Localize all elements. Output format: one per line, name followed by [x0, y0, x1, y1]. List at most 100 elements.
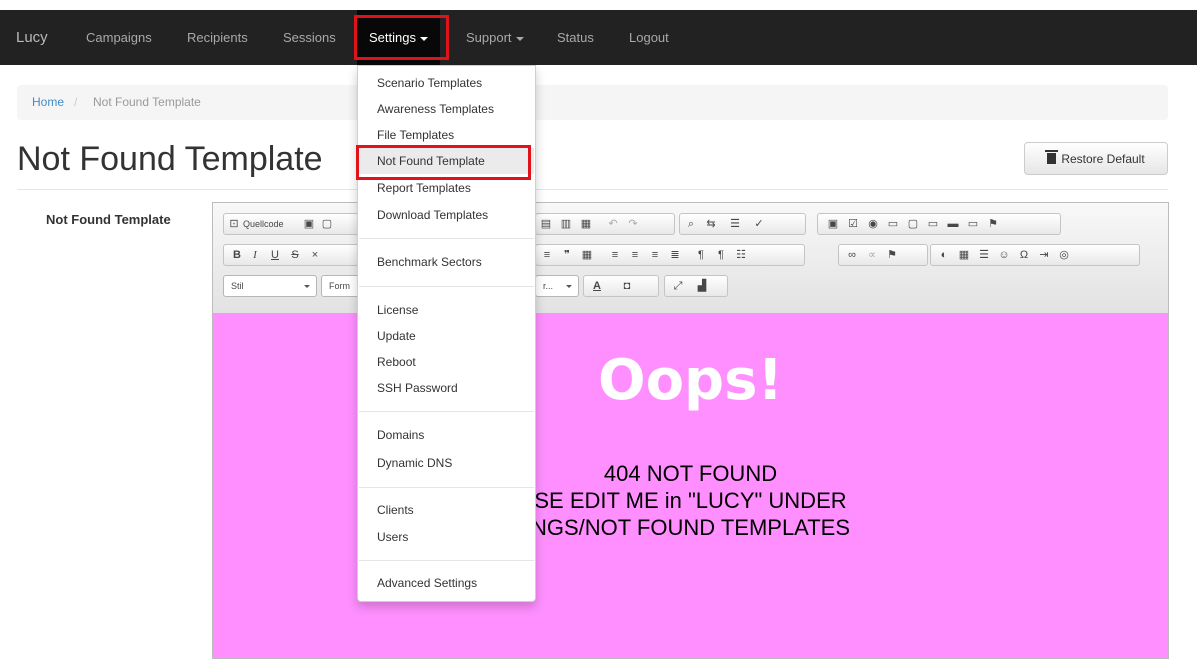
style-select[interactable]: Stil	[223, 275, 317, 297]
breadcrumb-home-link[interactable]: Home	[32, 85, 64, 120]
menu-item-dynamic-dns[interactable]: Dynamic DNS	[377, 456, 452, 470]
menu-item-users[interactable]: Users	[377, 530, 408, 544]
button-field-icon[interactable]: ▬	[946, 217, 960, 231]
new-page-icon[interactable]: ▢	[320, 217, 334, 231]
menu-item-clients[interactable]: Clients	[377, 503, 414, 517]
menu-item-domains[interactable]: Domains	[377, 428, 424, 442]
replace-icon[interactable]: ⇆	[704, 217, 718, 231]
breadcrumb-current: Not Found Template	[93, 95, 201, 109]
select-field-icon[interactable]: ▭	[926, 217, 940, 231]
nav-support[interactable]: Support	[466, 10, 524, 65]
horizontal-line-icon[interactable]: ☰	[977, 248, 991, 262]
nav-campaigns[interactable]: Campaigns	[86, 10, 152, 65]
iframe-icon[interactable]: ◎	[1057, 248, 1071, 262]
template-field-label: Not Found Template	[46, 212, 171, 227]
bold-icon[interactable]: B	[230, 248, 244, 262]
nav-logout[interactable]: Logout	[629, 10, 669, 65]
undo-icon[interactable]: ↶	[606, 217, 620, 231]
menu-item-update[interactable]: Update	[377, 329, 416, 343]
nav-status[interactable]: Status	[557, 10, 594, 65]
radio-icon[interactable]: ◉	[866, 217, 880, 231]
menu-item-ssh-password[interactable]: SSH Password	[377, 381, 458, 395]
blockquote-icon[interactable]: ❞	[560, 248, 574, 262]
settings-highlight-box	[354, 15, 449, 60]
toolbar-group-links: ∞ ∝ ⚑	[838, 244, 928, 266]
menu-item-download-templates[interactable]: Download Templates	[377, 208, 488, 222]
menu-item-awareness-templates[interactable]: Awareness Templates	[377, 102, 494, 116]
unlink-icon[interactable]: ∝	[865, 248, 879, 262]
select-all-icon[interactable]: ☰	[728, 217, 742, 231]
menu-item-license[interactable]: License	[377, 303, 418, 317]
size-select-value: r...	[543, 281, 554, 291]
underline-icon[interactable]: U	[268, 248, 282, 262]
align-left-icon[interactable]: ≡	[608, 248, 622, 262]
ltr-icon[interactable]: ¶	[694, 248, 708, 262]
smiley-icon[interactable]: ☺	[997, 248, 1011, 262]
toolbar-group-document: ⊡ Quellcode ▣ ▢	[223, 213, 371, 235]
text-color-icon[interactable]: A	[590, 279, 604, 293]
menu-item-file-templates[interactable]: File Templates	[377, 128, 454, 142]
format-select-value: Form	[329, 281, 350, 291]
subscript-icon[interactable]: ×	[308, 248, 322, 262]
size-select[interactable]: r...	[535, 275, 579, 297]
title-divider	[17, 189, 1168, 190]
breadcrumb: Home / Not Found Template	[17, 85, 1168, 120]
table-icon[interactable]: ▦	[957, 248, 971, 262]
toolbar-group-clipboard: ▤ ▥ ▦ ↶ ↷	[535, 213, 675, 235]
menu-item-report-templates[interactable]: Report Templates	[377, 181, 471, 195]
justify-icon[interactable]: ≣	[668, 248, 682, 262]
restore-default-button[interactable]: Restore Default	[1024, 142, 1168, 175]
paste-word-icon[interactable]: ▦	[579, 217, 593, 231]
outdent-icon[interactable]: ≡	[540, 248, 554, 262]
anchor-flag-icon[interactable]: ⚑	[885, 248, 899, 262]
not-found-highlight-box	[356, 145, 531, 180]
form-icon[interactable]: ▣	[826, 217, 840, 231]
redo-icon[interactable]: ↷	[626, 217, 640, 231]
flash-icon[interactable]: ◐	[937, 248, 951, 262]
div-icon[interactable]: ▦	[580, 248, 594, 262]
toolbar-group-insert: ◐ ▦ ☰ ☺ Ω ⇥ ◎	[930, 244, 1140, 266]
rich-text-editor: ⊡ Quellcode ▣ ▢ ▤ ▥ ▦ ↶ ↷ ⌕ ⇆ ☰ ✓ ▣ ☑ ◉ …	[212, 202, 1169, 659]
maximize-icon[interactable]: ⤢	[671, 279, 685, 293]
brand-logo[interactable]: Lucy	[16, 10, 48, 65]
strikethrough-icon[interactable]: S	[288, 248, 302, 262]
image-button-icon[interactable]: ▭	[966, 217, 980, 231]
menu-item-scenario-templates[interactable]: Scenario Templates	[377, 76, 482, 90]
special-char-icon[interactable]: Ω	[1017, 248, 1031, 262]
trash-icon	[1045, 150, 1059, 164]
spellcheck-icon[interactable]: ✓	[752, 217, 766, 231]
textarea-icon[interactable]: ▢	[906, 217, 920, 231]
save-icon[interactable]: ▣	[302, 217, 316, 231]
menu-divider	[359, 560, 534, 561]
checkbox-icon[interactable]: ☑	[846, 217, 860, 231]
paste-text-icon[interactable]: ▥	[559, 217, 573, 231]
align-center-icon[interactable]: ≡	[628, 248, 642, 262]
chevron-down-icon	[304, 285, 310, 288]
background-color-icon[interactable]: ◘	[620, 279, 634, 293]
menu-item-advanced-settings[interactable]: Advanced Settings	[377, 576, 477, 590]
toolbar-group-forms: ▣ ☑ ◉ ▭ ▢ ▭ ▬ ▭ ⚑	[817, 213, 1061, 235]
toolbar-group-basic-styles: B I U S ×	[223, 244, 371, 266]
chevron-down-icon	[515, 36, 524, 41]
nav-support-label: Support	[466, 30, 512, 45]
paste-icon[interactable]: ▤	[539, 217, 553, 231]
source-code-icon[interactable]: ⊡	[227, 217, 241, 231]
italic-icon[interactable]: I	[248, 248, 262, 262]
link-icon[interactable]: ∞	[845, 248, 859, 262]
rtl-icon[interactable]: ¶	[714, 248, 728, 262]
textfield-icon[interactable]: ▭	[886, 217, 900, 231]
page-title: Not Found Template	[17, 140, 323, 178]
hidden-field-icon[interactable]: ⚑	[986, 217, 1000, 231]
menu-divider	[359, 411, 534, 412]
find-icon[interactable]: ⌕	[684, 217, 698, 231]
nav-sessions[interactable]: Sessions	[283, 10, 336, 65]
nav-recipients[interactable]: Recipients	[187, 10, 248, 65]
language-icon[interactable]: ☷	[734, 248, 748, 262]
show-blocks-icon[interactable]: ▟	[695, 279, 709, 293]
menu-item-reboot[interactable]: Reboot	[377, 355, 416, 369]
page-break-icon[interactable]: ⇥	[1037, 248, 1051, 262]
restore-default-label: Restore Default	[1061, 151, 1145, 166]
source-code-button[interactable]: Quellcode	[243, 217, 284, 231]
menu-item-benchmark-sectors[interactable]: Benchmark Sectors	[377, 255, 482, 269]
align-right-icon[interactable]: ≡	[648, 248, 662, 262]
